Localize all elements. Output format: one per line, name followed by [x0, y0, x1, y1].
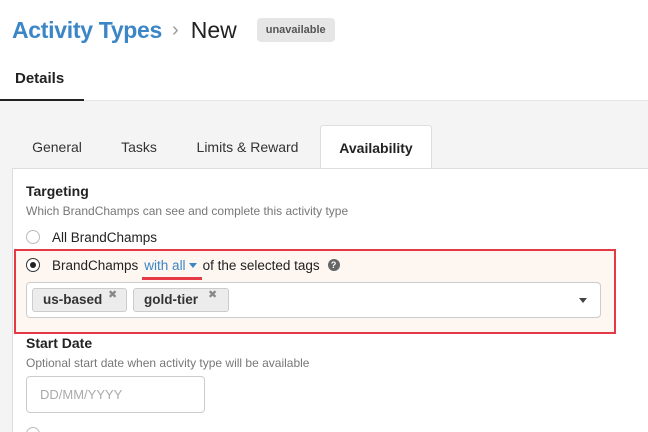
- start-date-description: Optional start date when activity type w…: [26, 356, 310, 370]
- caret-down-icon: [188, 262, 197, 268]
- breadcrumb: Activity Types › New unavailable: [12, 14, 335, 46]
- tab-limits-reward[interactable]: Limits & Reward: [177, 125, 318, 168]
- breadcrumb-link-activity-types[interactable]: Activity Types: [12, 17, 162, 44]
- start-date-input[interactable]: [26, 376, 205, 413]
- tag-label: us-based: [43, 292, 103, 307]
- tab-availability[interactable]: Availability: [320, 125, 432, 169]
- match-mode-value: with all: [144, 257, 186, 273]
- sub-tabs: General Tasks Limits & Reward Availabili…: [12, 125, 648, 169]
- radio-tagged-input[interactable]: [26, 258, 40, 272]
- page-title: New: [190, 16, 237, 43]
- tab-details[interactable]: Details: [0, 58, 84, 101]
- tag-remove-icon[interactable]: ✖: [208, 288, 217, 301]
- targeting-title: Targeting: [26, 183, 89, 199]
- top-tabs: Details: [0, 58, 648, 101]
- match-mode-dropdown[interactable]: with all: [142, 257, 203, 280]
- start-date-title: Start Date: [26, 335, 93, 351]
- targeting-description: Which BrandChamps can see and complete t…: [26, 204, 349, 218]
- status-badge: unavailable: [256, 18, 335, 42]
- highlight-underline: [142, 276, 203, 280]
- chevron-right-icon: ›: [172, 18, 179, 41]
- question-circle-icon[interactable]: ?: [327, 259, 340, 271]
- radio-all-brandchamps[interactable]: All BrandChamps: [26, 228, 157, 246]
- radio-tagged-brandchamps[interactable]: BrandChamps with all of the selected tag…: [26, 256, 340, 280]
- tag-label: gold-tier: [144, 292, 198, 307]
- caret-down-icon[interactable]: [579, 298, 587, 303]
- radio-tagged-suffix: of the selected tags: [202, 257, 320, 273]
- tab-general[interactable]: General: [12, 125, 102, 168]
- tab-tasks[interactable]: Tasks: [105, 125, 173, 168]
- tag-select-input[interactable]: us-based ✖ gold-tier ✖: [26, 282, 601, 318]
- tag-remove-icon[interactable]: ✖: [108, 288, 117, 301]
- radio-all-input[interactable]: [26, 230, 40, 244]
- radio-tagged-label: BrandChamps: [52, 257, 139, 273]
- radio-all-label: All BrandChamps: [52, 229, 158, 245]
